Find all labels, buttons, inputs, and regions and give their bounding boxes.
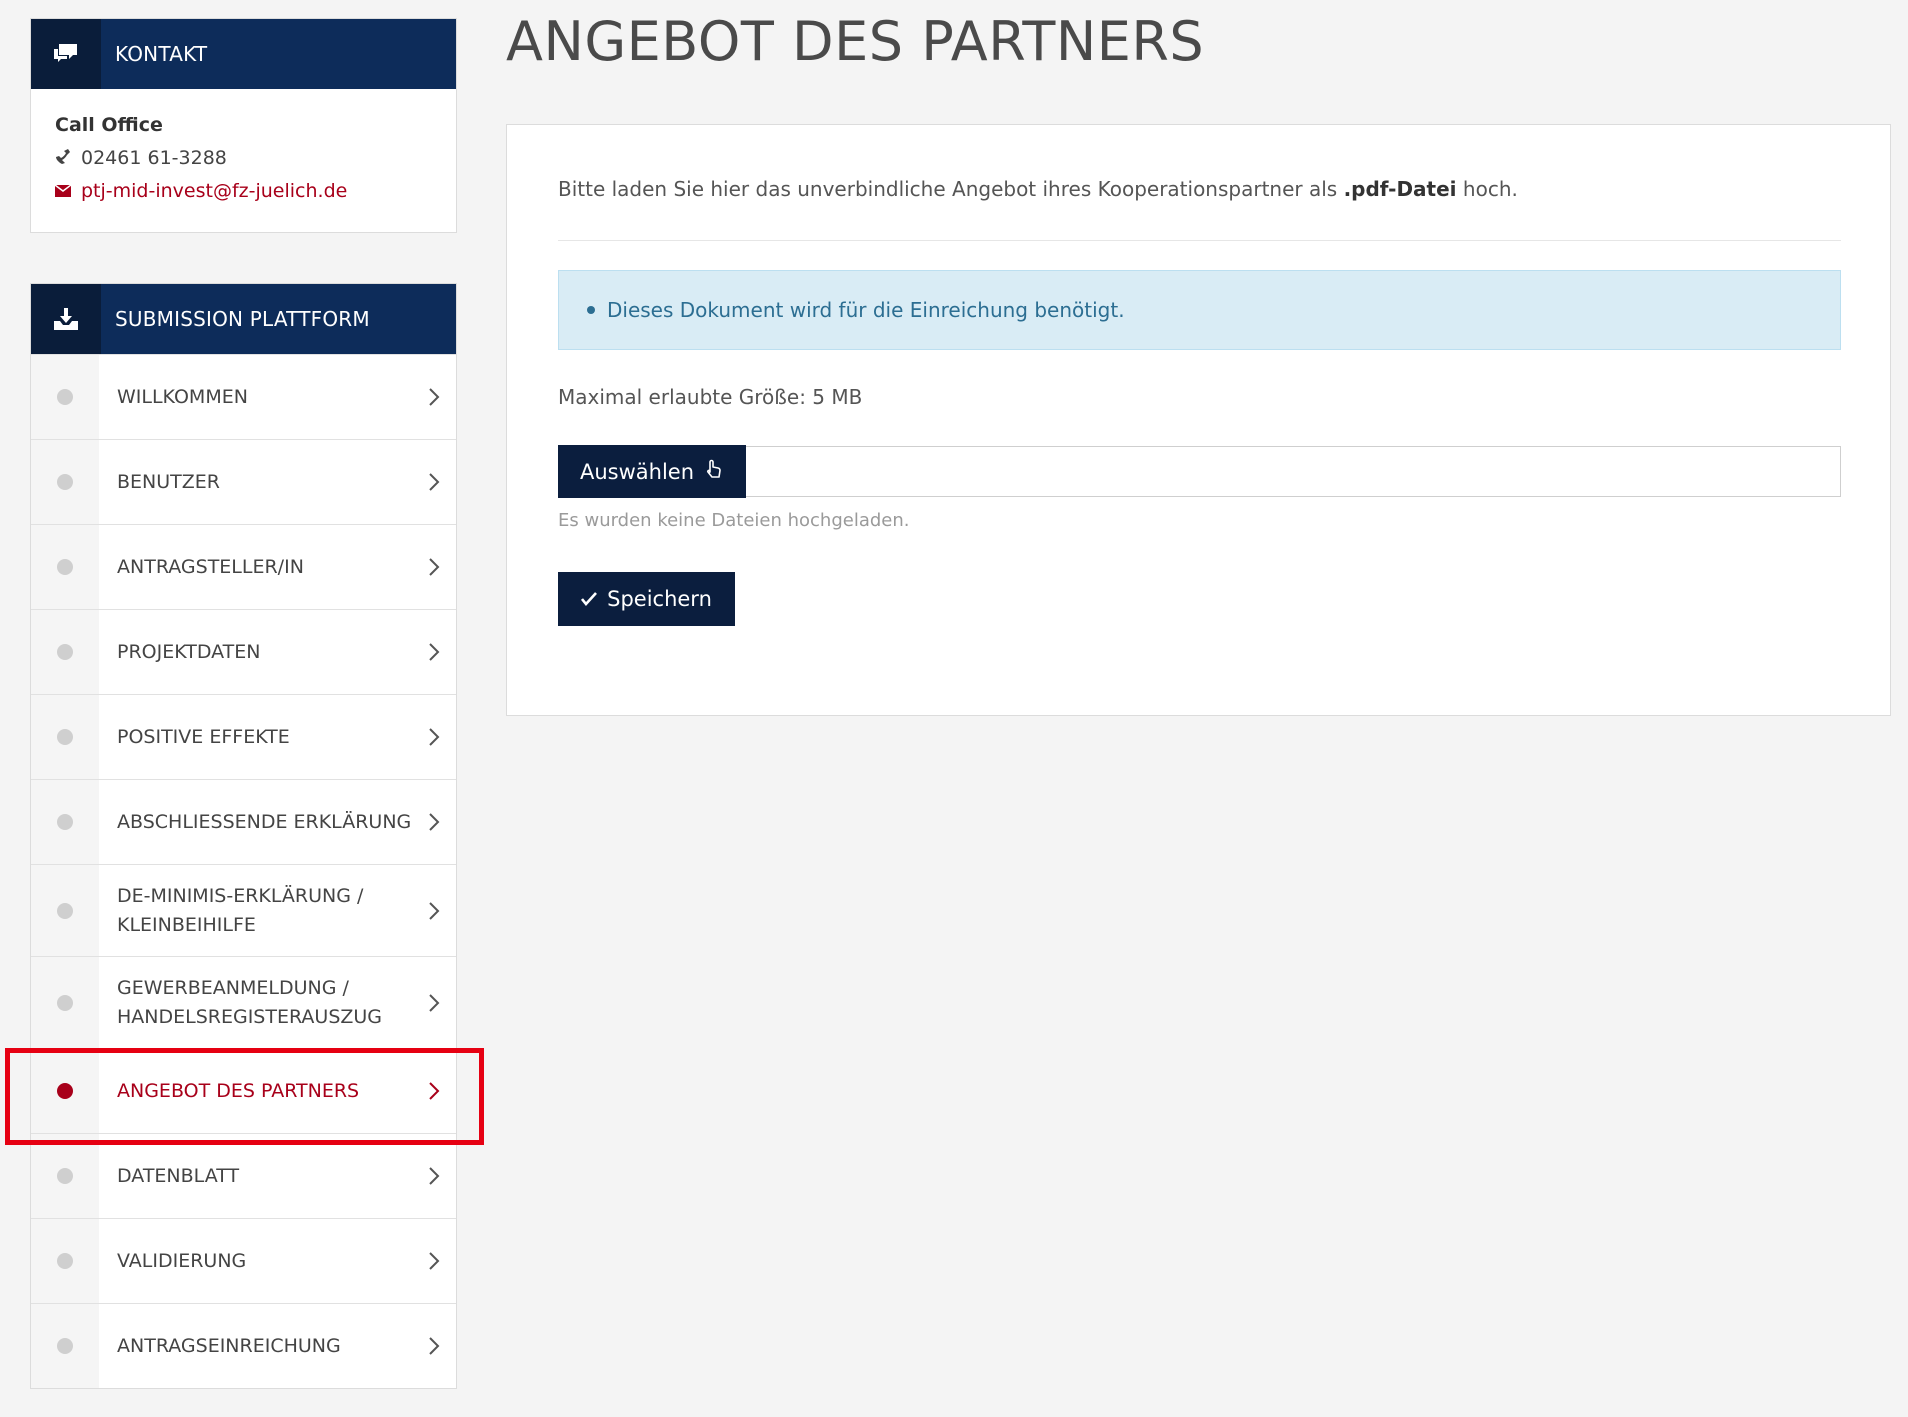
- email-link[interactable]: ptj-mid-invest@fz-juelich.de: [81, 175, 347, 208]
- bullet-icon: [587, 306, 595, 314]
- sidebar-item-label: ANTRAGSTELLER/IN: [117, 555, 304, 578]
- chevron-right-icon: [412, 1336, 456, 1356]
- divider: [558, 240, 1841, 241]
- sidebar-item-label: ANGEBOT DES PARTNERS: [117, 1079, 360, 1102]
- status-dot: [57, 559, 73, 575]
- phone-row: 02461 61-3288: [55, 142, 432, 175]
- download-tray-icon: [31, 284, 101, 354]
- phone-number: 02461 61-3288: [81, 147, 227, 169]
- call-office-title: Call Office: [55, 114, 163, 136]
- status-dot: [57, 389, 73, 405]
- sidebar-item-projektdaten[interactable]: PROJEKTDATEN: [31, 609, 456, 694]
- no-files-text: Es wurden keine Dateien hochgeladen.: [558, 510, 910, 531]
- sidebar-item-datenblatt[interactable]: DATENBLATT: [31, 1133, 456, 1218]
- sidebar-item-label: POSITIVE EFFEKTE: [117, 725, 290, 748]
- sidebar-item-abschliessende-erklaerung[interactable]: ABSCHLIESSENDE ERKLÄRUNG: [31, 779, 456, 864]
- chevron-right-icon: [412, 472, 456, 492]
- sidebar-item-label: DE-MINIMIS-ERKLÄRUNG / KLEINBEIHILFE: [117, 884, 364, 936]
- save-button-label: Speichern: [607, 587, 712, 611]
- chevron-right-icon: [412, 901, 456, 921]
- status-dot-active: [57, 1083, 73, 1099]
- email-row: ptj-mid-invest@fz-juelich.de: [54, 175, 432, 208]
- contact-panel: KONTAKT Call Office 02461 61-3288 ptj-mi…: [30, 18, 457, 233]
- max-size-text: Maximal erlaubte Größe: 5 MB: [558, 385, 863, 409]
- contact-header-title: KONTAKT: [115, 42, 208, 66]
- upload-card: Bitte laden Sie hier das unverbindliche …: [506, 124, 1891, 716]
- sidebar: KONTAKT Call Office 02461 61-3288 ptj-mi…: [30, 18, 457, 1389]
- pointer-hand-icon: [704, 459, 724, 484]
- sidebar-item-willkommen[interactable]: WILLKOMMEN: [31, 354, 456, 439]
- chevron-right-icon: [412, 812, 456, 832]
- chevron-right-icon: [412, 642, 456, 662]
- contact-body: Call Office 02461 61-3288 ptj-mid-invest…: [31, 89, 456, 232]
- phone-icon: [55, 142, 81, 175]
- sidebar-item-antragsteller[interactable]: ANTRAGSTELLER/IN: [31, 524, 456, 609]
- sidebar-item-positive-effekte[interactable]: POSITIVE EFFEKTE: [31, 694, 456, 779]
- sidebar-item-label: WILLKOMMEN: [117, 385, 248, 408]
- chevron-right-icon: [412, 387, 456, 407]
- status-dot: [57, 474, 73, 490]
- sidebar-item-label: DATENBLATT: [117, 1164, 240, 1187]
- status-dot: [57, 644, 73, 660]
- status-dot: [57, 994, 73, 1011]
- status-dot: [57, 902, 73, 919]
- chevron-right-icon: [412, 1081, 456, 1101]
- info-alert: Dieses Dokument wird für die Einreichung…: [558, 270, 1841, 350]
- submission-header-title: SUBMISSION PLATTFORM: [115, 307, 370, 331]
- file-upload: Auswählen: [558, 445, 1841, 498]
- sidebar-item-de-minimis[interactable]: DE-MINIMIS-ERKLÄRUNG / KLEINBEIHILFE: [31, 864, 456, 956]
- save-button[interactable]: Speichern: [558, 572, 735, 626]
- sidebar-item-label: ANTRAGSEINREICHUNG: [117, 1334, 341, 1357]
- file-name-field[interactable]: [746, 446, 1841, 497]
- sidebar-item-angebot-des-partners[interactable]: ANGEBOT DES PARTNERS: [31, 1048, 456, 1133]
- chevron-right-icon: [412, 1251, 456, 1271]
- sidebar-item-label: GEWERBEANMELDUNG / HANDELSREGISTERAUSZUG: [117, 976, 383, 1028]
- chevron-right-icon: [412, 993, 456, 1013]
- chevron-right-icon: [412, 1166, 456, 1186]
- status-dot: [57, 1338, 73, 1354]
- chevron-right-icon: [412, 727, 456, 747]
- sidebar-item-label: VALIDIERUNG: [117, 1249, 247, 1272]
- sidebar-item-label: PROJEKTDATEN: [117, 640, 261, 663]
- sidebar-item-antragseinreichung[interactable]: ANTRAGSEINREICHUNG: [31, 1303, 456, 1388]
- submission-panel: SUBMISSION PLATTFORM WILLKOMMEN BENUTZER…: [30, 283, 457, 1389]
- choose-button-label: Auswählen: [580, 459, 695, 484]
- checkmark-icon: [581, 587, 598, 611]
- intro-text: Bitte laden Sie hier das unverbindliche …: [558, 177, 1518, 201]
- sidebar-item-benutzer[interactable]: BENUTZER: [31, 439, 456, 524]
- envelope-icon: [54, 175, 81, 208]
- status-dot: [57, 814, 73, 830]
- page-title: ANGEBOT DES PARTNERS: [506, 10, 1205, 73]
- contact-panel-header: KONTAKT: [31, 19, 456, 89]
- sidebar-item-label: BENUTZER: [117, 470, 220, 493]
- status-dot: [57, 1168, 73, 1184]
- status-dot: [57, 729, 73, 745]
- status-dot: [57, 1253, 73, 1269]
- sidebar-item-validierung[interactable]: VALIDIERUNG: [31, 1218, 456, 1303]
- sidebar-item-gewerbeanmeldung[interactable]: GEWERBEANMELDUNG / HANDELSREGISTERAUSZUG: [31, 956, 456, 1048]
- chat-icon: [31, 19, 101, 89]
- submission-panel-header: SUBMISSION PLATTFORM: [31, 284, 456, 354]
- alert-text: Dieses Dokument wird für die Einreichung…: [607, 298, 1125, 322]
- chevron-right-icon: [412, 557, 456, 577]
- choose-file-button[interactable]: Auswählen: [558, 445, 747, 498]
- sidebar-item-label: ABSCHLIESSENDE ERKLÄRUNG: [117, 810, 412, 833]
